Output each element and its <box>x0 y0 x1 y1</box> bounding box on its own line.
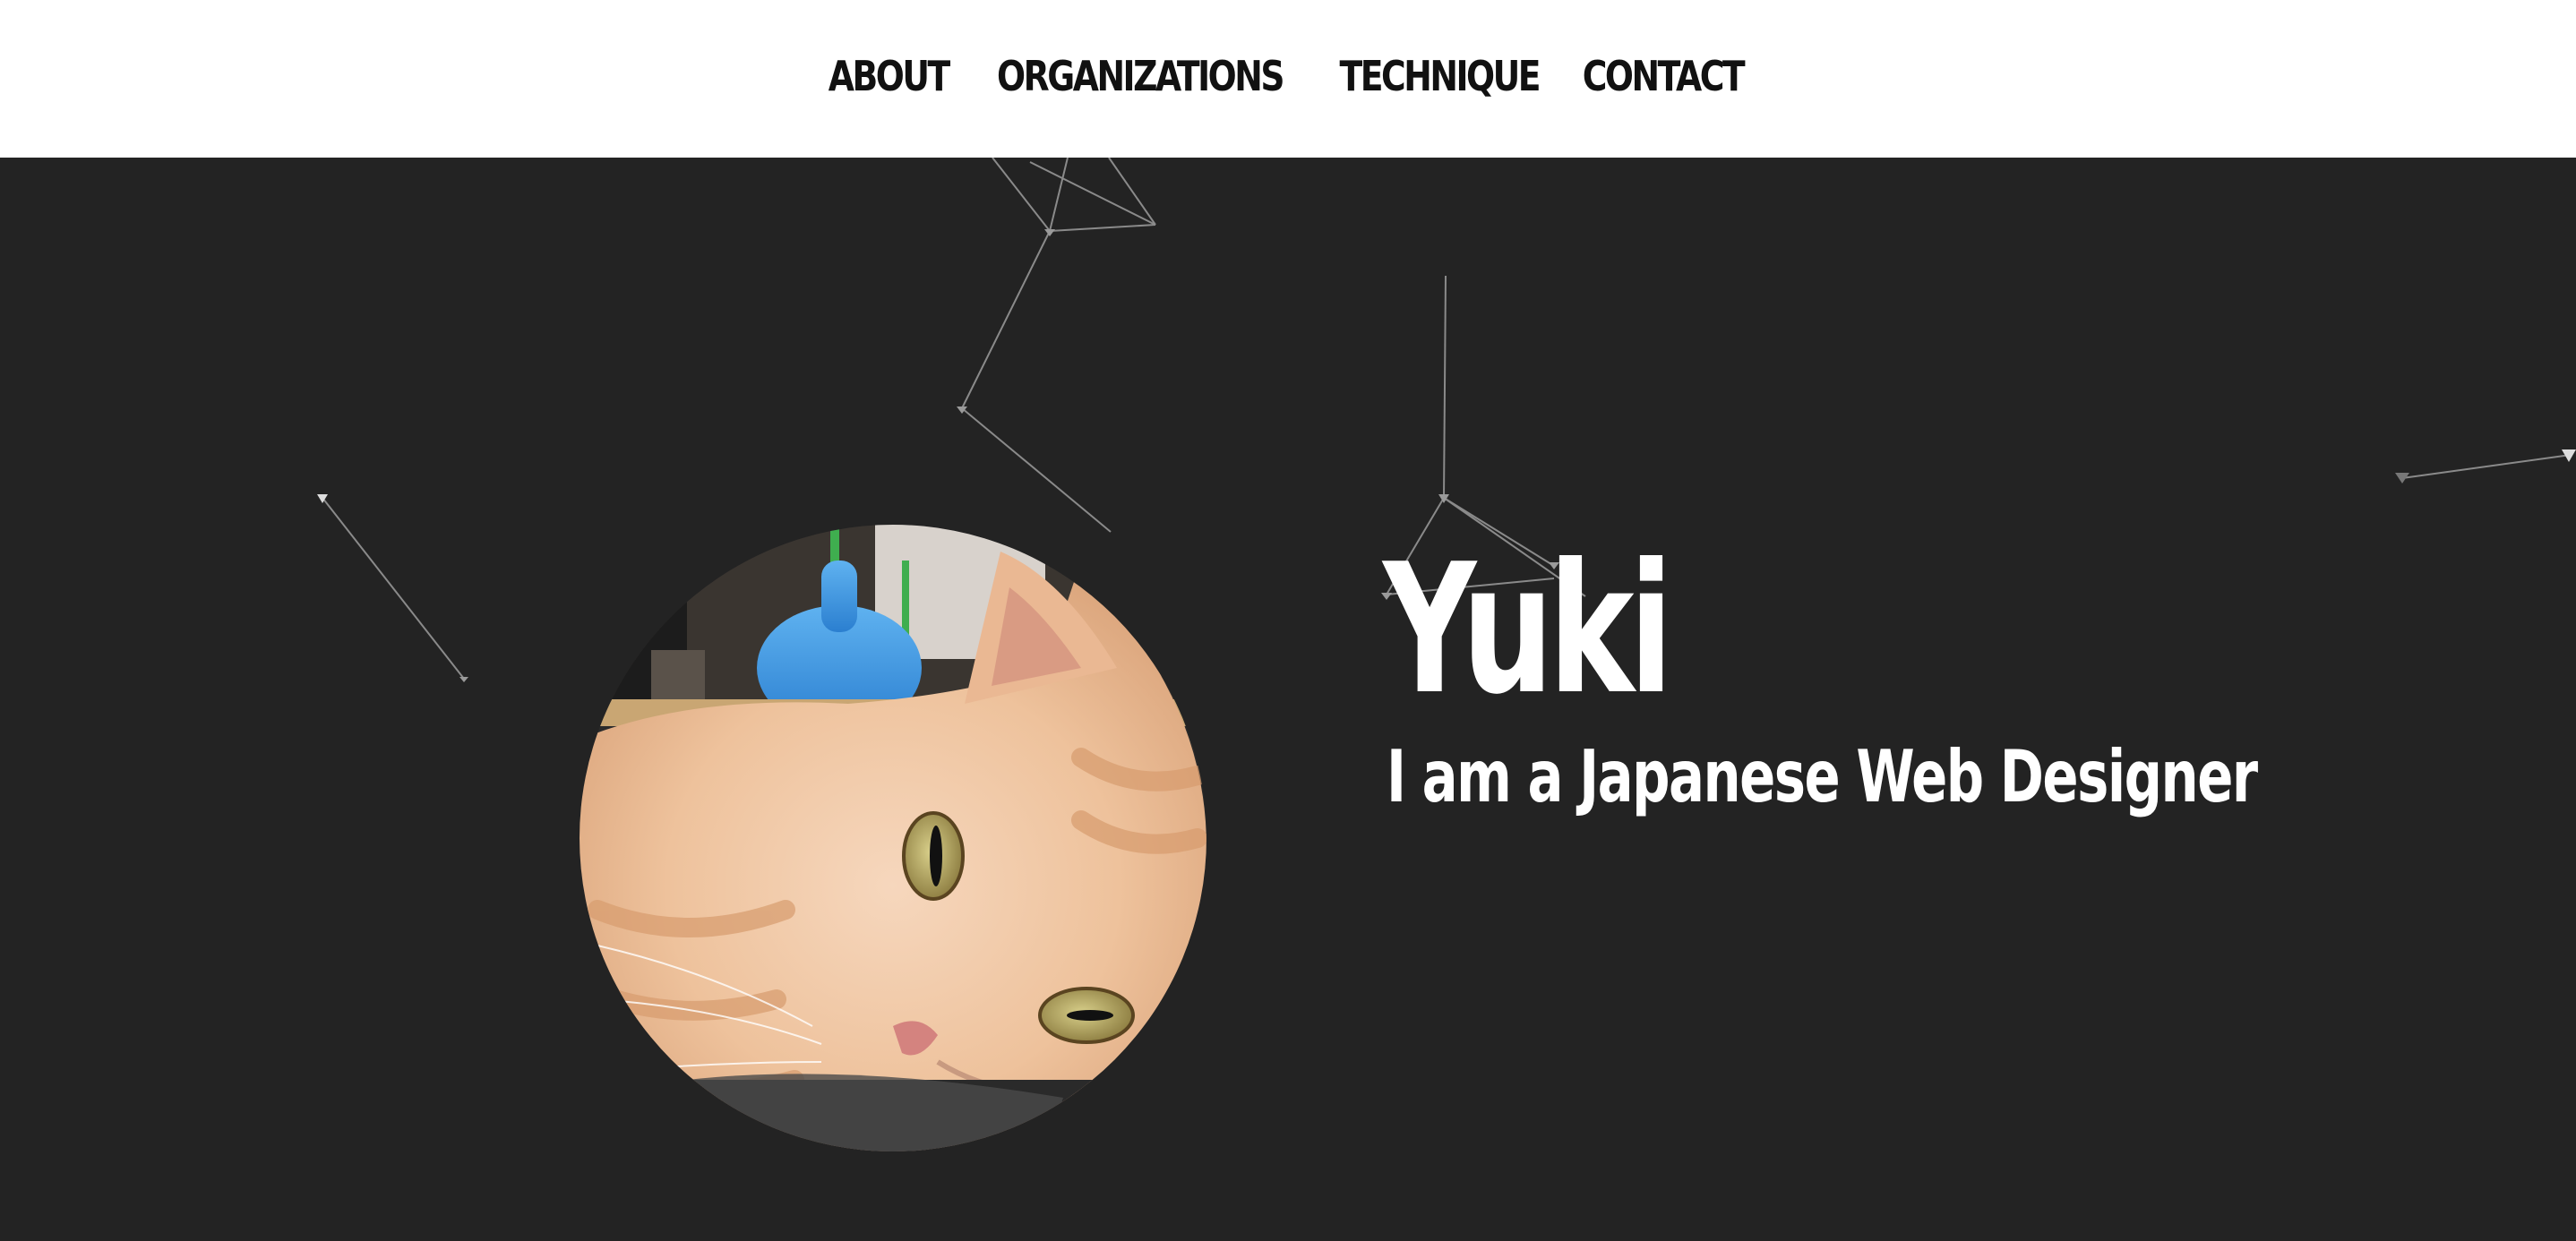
nav-item-about: ABOUT <box>829 48 951 104</box>
top-navigation: ABOUT ORGANIZATIONS TECHNIQUE CONTACT <box>0 0 2576 158</box>
particle-node <box>459 677 468 682</box>
nav-item-organizations: ORGANIZATIONS <box>982 48 1298 104</box>
particle-link <box>1049 158 1069 232</box>
particle-link <box>1029 161 1156 226</box>
particle-link <box>1049 224 1156 232</box>
particle-link <box>322 497 465 680</box>
particle-link <box>961 407 1112 533</box>
particle-link <box>1443 275 1447 499</box>
particle-node <box>1044 229 1055 236</box>
nav-list: ABOUT ORGANIZATIONS TECHNIQUE CONTACT <box>0 48 2576 104</box>
cat-photo-image <box>580 525 1206 1151</box>
nav-item-contact: CONTACT <box>1581 48 1745 104</box>
hero-name: Yuki <box>1383 526 1673 734</box>
nav-link-contact[interactable]: CONTACT <box>1582 48 1745 104</box>
particle-network-background <box>317 158 2576 682</box>
avatar <box>580 525 1206 1151</box>
particle-link <box>2401 454 2572 479</box>
particle-link <box>961 230 1051 409</box>
particle-node <box>1438 494 1449 503</box>
nav-link-about[interactable]: ABOUT <box>829 48 951 104</box>
hero-tagline: I am a Japanese Web Designer <box>1387 735 2258 818</box>
particle-node <box>957 407 967 414</box>
nav-link-organizations[interactable]: ORGANIZATIONS <box>997 48 1285 104</box>
nav-link-technique[interactable]: TECHNIQUE <box>1340 48 1541 104</box>
hero-section: Yuki I am a Japanese Web Designer <box>0 158 2576 1241</box>
particle-link <box>1108 158 1156 226</box>
nav-item-technique: TECHNIQUE <box>1334 48 1545 104</box>
